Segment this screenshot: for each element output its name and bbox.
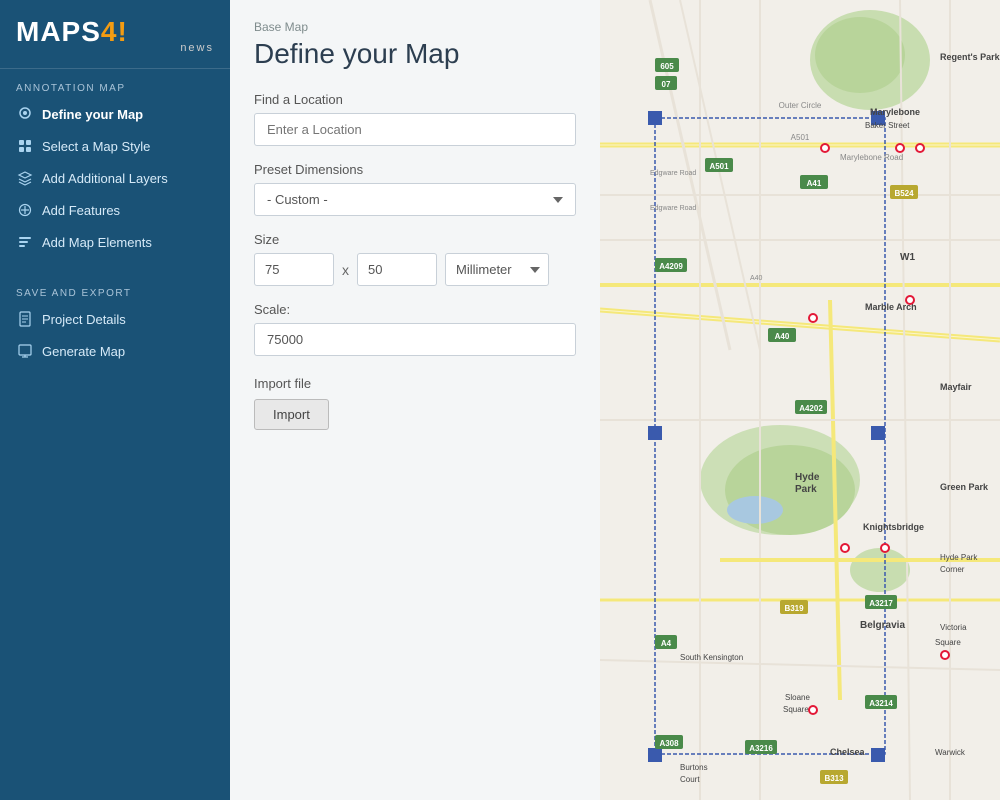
- scale-input[interactable]: [254, 323, 576, 356]
- svg-text:A3216: A3216: [749, 744, 773, 753]
- svg-text:B319: B319: [784, 604, 804, 613]
- elements-icon: [16, 233, 34, 251]
- features-icon: [16, 201, 34, 219]
- location-input[interactable]: [254, 113, 576, 146]
- svg-text:A501: A501: [709, 162, 729, 171]
- svg-text:Mayfair: Mayfair: [940, 382, 972, 392]
- palette-icon: [16, 137, 34, 155]
- sidebar-item-generate-map[interactable]: Generate Map: [0, 335, 230, 367]
- size-separator: x: [342, 262, 349, 278]
- section2-label: SAVE AND EXPORT: [0, 274, 230, 303]
- sidebar-item-select-style-label: Select a Map Style: [42, 139, 150, 154]
- svg-text:Park: Park: [795, 484, 817, 495]
- svg-text:Marylebone Road: Marylebone Road: [840, 153, 903, 162]
- logo-area: MAPS4! news: [0, 0, 230, 69]
- sidebar-item-add-features[interactable]: Add Features: [0, 194, 230, 226]
- map-area: A501 Marylebone Road Edgware Road Edgwar…: [600, 0, 1000, 800]
- svg-text:Corner: Corner: [940, 565, 965, 574]
- preset-dimensions-select[interactable]: - Custom - A4 Portrait A4 Landscape A3 P…: [254, 183, 576, 216]
- svg-text:Sloane: Sloane: [785, 693, 810, 702]
- svg-text:Hyde: Hyde: [795, 472, 820, 483]
- svg-text:B313: B313: [824, 774, 844, 783]
- breadcrumb: Base Map: [254, 20, 576, 34]
- svg-text:A4202: A4202: [799, 404, 823, 413]
- export-icon: [16, 342, 34, 360]
- size-row: x Millimeter Centimeter Inch: [254, 253, 576, 286]
- svg-text:Edgware Road: Edgware Road: [650, 170, 696, 177]
- svg-text:Burtons: Burtons: [680, 763, 708, 772]
- svg-text:605: 605: [660, 62, 674, 71]
- import-button[interactable]: Import: [254, 399, 329, 430]
- unit-select[interactable]: Millimeter Centimeter Inch: [445, 253, 549, 286]
- svg-text:A3217: A3217: [869, 599, 893, 608]
- map-icon: [16, 105, 34, 123]
- svg-text:B524: B524: [894, 189, 914, 198]
- map-svg: A501 Marylebone Road Edgware Road Edgwar…: [600, 0, 1000, 800]
- main-content: Base Map Define your Map Find a Location…: [230, 0, 600, 800]
- svg-text:07: 07: [662, 80, 671, 89]
- svg-text:A308: A308: [659, 739, 679, 748]
- svg-text:A40: A40: [775, 332, 790, 341]
- sidebar-item-project-details-label: Project Details: [42, 312, 126, 327]
- sidebar-item-define-map[interactable]: Define your Map: [0, 98, 230, 130]
- svg-text:Knightsbridge: Knightsbridge: [863, 522, 924, 532]
- svg-text:A4209: A4209: [659, 262, 683, 271]
- svg-text:Marylebone: Marylebone: [870, 107, 920, 117]
- svg-text:Regent's Park: Regent's Park: [940, 52, 1000, 62]
- svg-text:Warwick: Warwick: [935, 748, 966, 757]
- svg-text:A40: A40: [750, 275, 763, 282]
- sidebar-item-add-elements-label: Add Map Elements: [42, 235, 152, 250]
- svg-text:Chelsea: Chelsea: [830, 747, 866, 757]
- svg-text:Victoria: Victoria: [940, 623, 967, 632]
- sidebar-item-add-layers-label: Add Additional Layers: [42, 171, 168, 186]
- svg-text:Outer Circle: Outer Circle: [779, 101, 822, 110]
- sidebar-item-define-map-label: Define your Map: [42, 107, 143, 122]
- sidebar-item-generate-map-label: Generate Map: [42, 344, 125, 359]
- svg-text:Green Park: Green Park: [940, 482, 989, 492]
- sidebar-item-project-details[interactable]: Project Details: [0, 303, 230, 335]
- svg-text:A501: A501: [791, 133, 810, 142]
- section1-label: ANNOTATION MAP: [0, 69, 230, 98]
- svg-text:W1: W1: [900, 252, 915, 263]
- import-file-label: Import file: [254, 376, 576, 391]
- svg-text:Edgware Road: Edgware Road: [650, 205, 696, 212]
- scale-label: Scale:: [254, 302, 576, 317]
- file-icon: [16, 310, 34, 328]
- svg-text:A3214: A3214: [869, 699, 893, 708]
- sidebar-item-select-style[interactable]: Select a Map Style: [0, 130, 230, 162]
- svg-text:Hyde Park: Hyde Park: [940, 553, 978, 562]
- sidebar: MAPS4! news ANNOTATION MAP Define your M…: [0, 0, 230, 800]
- svg-text:South Kensington: South Kensington: [680, 653, 743, 662]
- svg-text:A4: A4: [661, 639, 672, 648]
- preset-dimensions-label: Preset Dimensions: [254, 162, 576, 177]
- size-label: Size: [254, 232, 576, 247]
- find-location-label: Find a Location: [254, 92, 576, 107]
- sidebar-item-add-elements[interactable]: Add Map Elements: [0, 226, 230, 258]
- svg-text:Court: Court: [680, 775, 700, 784]
- size-width-input[interactable]: [254, 253, 334, 286]
- svg-text:Square: Square: [783, 705, 809, 714]
- page-title: Define your Map: [254, 38, 576, 70]
- sidebar-item-add-layers[interactable]: Add Additional Layers: [0, 162, 230, 194]
- sidebar-item-add-features-label: Add Features: [42, 203, 120, 218]
- svg-text:Baker Street: Baker Street: [865, 121, 910, 130]
- svg-text:Square: Square: [935, 638, 961, 647]
- svg-text:A41: A41: [807, 179, 822, 188]
- layers-icon: [16, 169, 34, 187]
- size-height-input[interactable]: [357, 253, 437, 286]
- svg-text:Belgravia: Belgravia: [860, 620, 905, 631]
